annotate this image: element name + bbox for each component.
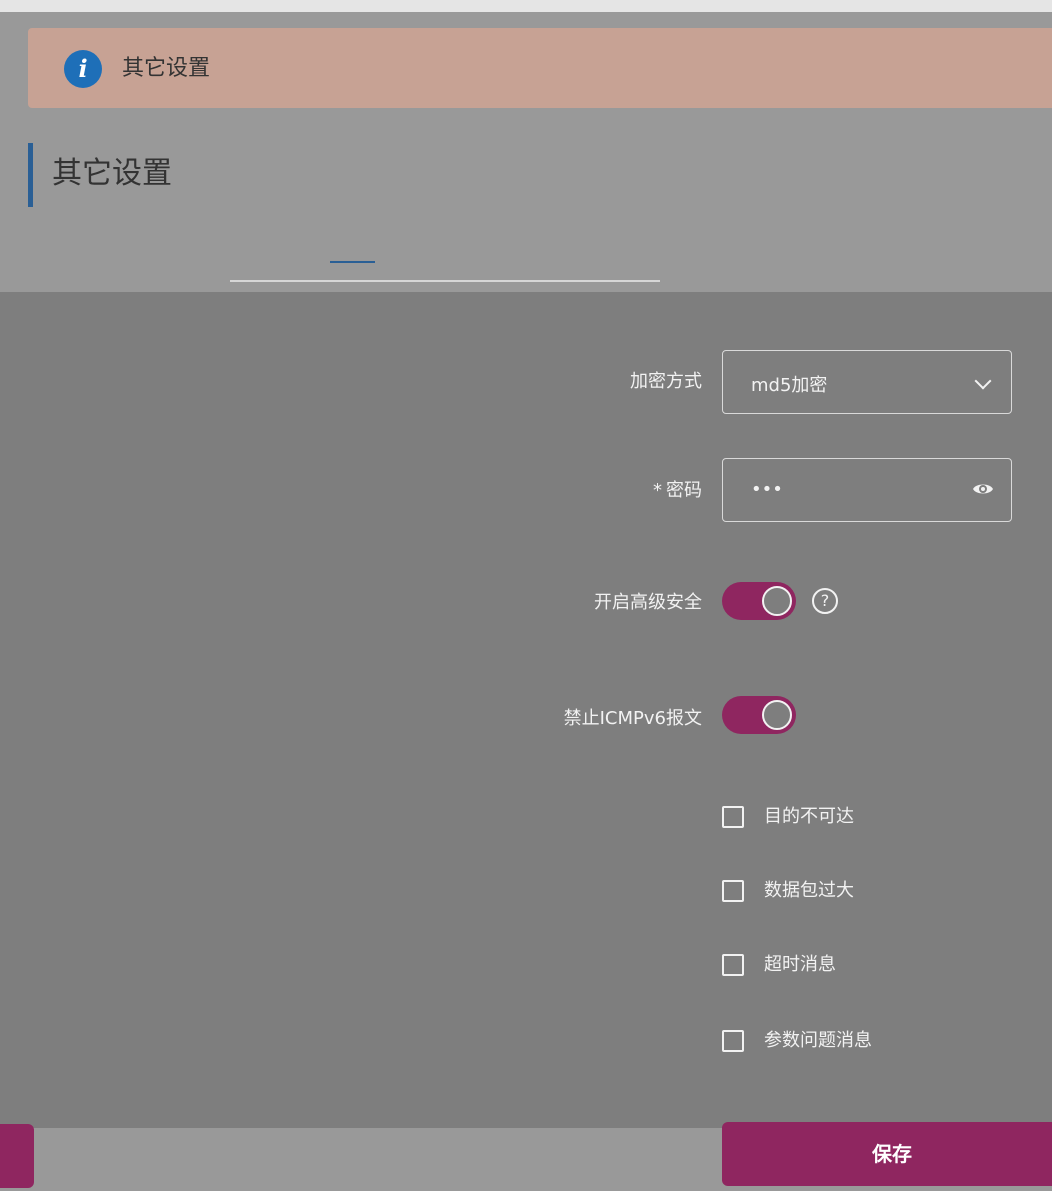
save-button[interactable]: 保存 — [722, 1122, 1052, 1186]
required-mark: * — [653, 480, 662, 501]
top-strip — [0, 0, 1052, 12]
checkbox-box[interactable] — [722, 806, 744, 828]
encryption-select[interactable]: md5加密 — [722, 350, 1012, 414]
question-circle-icon[interactable]: ? — [812, 588, 838, 614]
checkbox-label: 超时消息 — [764, 954, 836, 975]
password-label-text: 密码 — [666, 480, 702, 501]
advanced-security-toggle[interactable] — [722, 582, 796, 620]
banner-text: 其它设置 — [122, 56, 211, 81]
section-title-accent — [28, 143, 33, 207]
divider-accent — [330, 261, 375, 263]
checkbox-box[interactable] — [722, 1030, 744, 1052]
settings-form: 加密方式 md5加密 *密码 ••• 开启高级安全 ? 禁止ICMPv6报文 — [0, 292, 1052, 1128]
encryption-label: 加密方式 — [630, 371, 702, 392]
password-label: * 密码 — [653, 476, 702, 502]
left-action-button[interactable] — [0, 1124, 34, 1188]
info-icon: i — [64, 50, 102, 88]
encryption-select-value: md5加密 — [751, 375, 828, 396]
block-icmpv6-toggle[interactable] — [722, 696, 796, 734]
chevron-down-icon — [974, 372, 992, 390]
advanced-security-label: 开启高级安全 — [594, 592, 702, 613]
block-icmpv6-label: 禁止ICMPv6报文 — [563, 708, 702, 729]
checkbox-box[interactable] — [722, 880, 744, 902]
password-field[interactable]: ••• — [722, 458, 1012, 522]
eye-icon[interactable] — [971, 477, 995, 501]
info-banner: i 其它设置 — [28, 28, 1052, 108]
password-value: ••• — [751, 479, 783, 500]
section-title: 其它设置 — [52, 156, 172, 191]
toggle-knob — [762, 586, 792, 616]
toggle-knob — [762, 700, 792, 730]
checkbox-label: 参数问题消息 — [764, 1030, 872, 1051]
divider-line — [230, 280, 660, 282]
settings-page: i 其它设置 其它设置 加密方式 md5加密 *密码 ••• 开启高级安全 ? — [0, 0, 1052, 1191]
checkbox-label: 目的不可达 — [764, 806, 854, 827]
checkbox-label: 数据包过大 — [764, 880, 854, 901]
checkbox-box[interactable] — [722, 954, 744, 976]
